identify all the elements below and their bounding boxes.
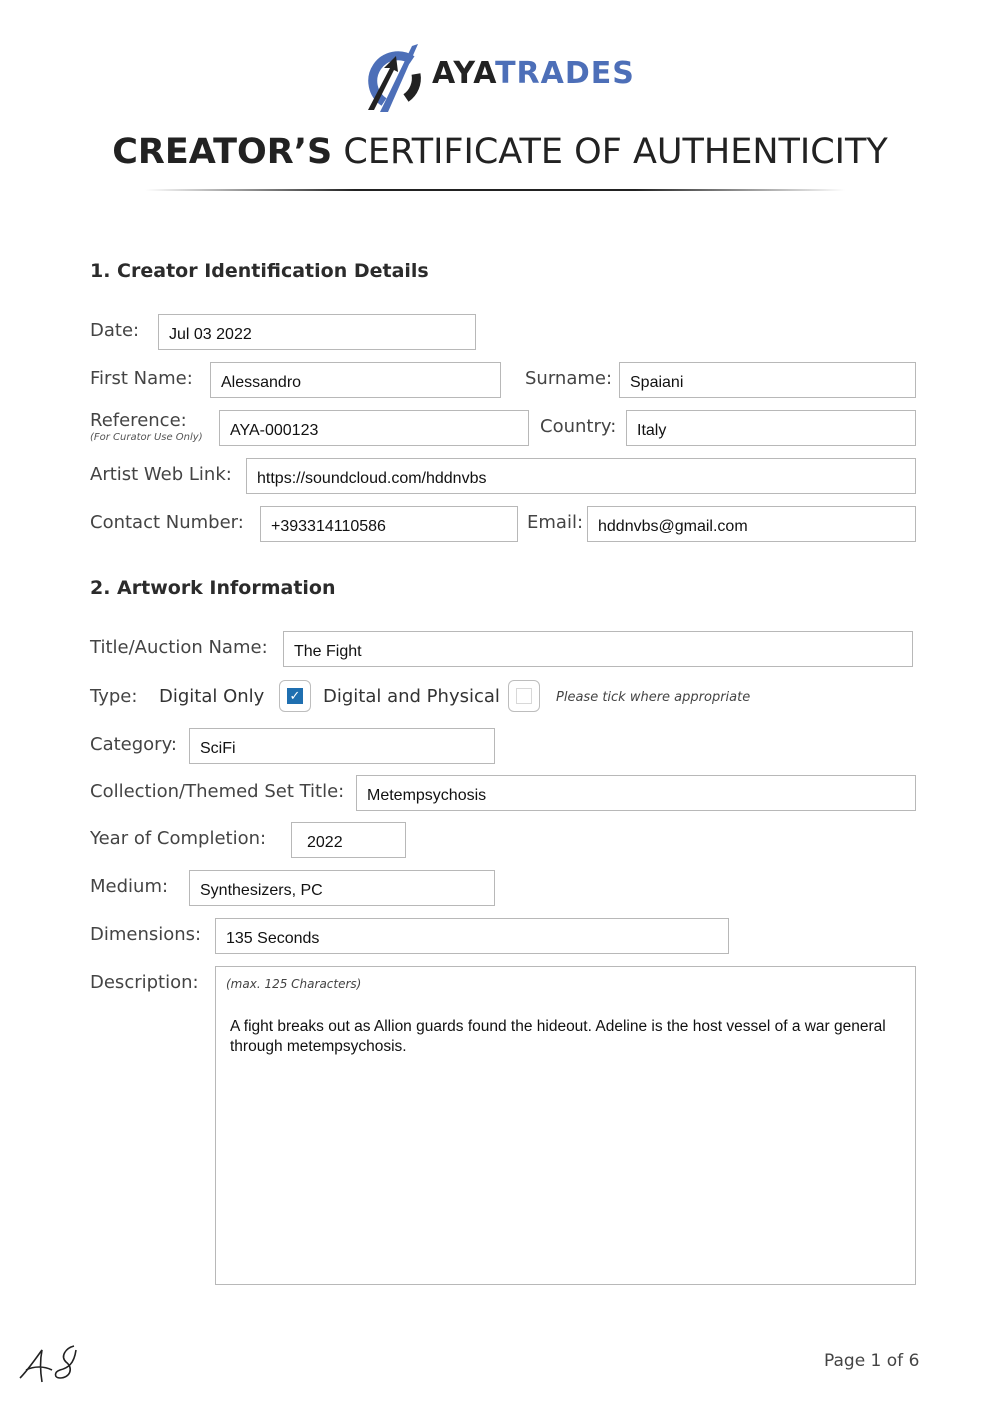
web-link-label: Artist Web Link: xyxy=(90,464,232,485)
country-label: Country: xyxy=(540,416,617,437)
type-option-digital-physical-label: Digital and Physical xyxy=(323,686,500,707)
year-field[interactable]: 2022 xyxy=(291,822,406,858)
title-divider xyxy=(145,189,845,191)
section-heading-artwork: 2. Artwork Information xyxy=(90,577,336,599)
title-light: CERTIFICATE OF AUTHENTICITY xyxy=(343,132,888,172)
reference-field[interactable]: AYA-000123 xyxy=(219,410,529,446)
reference-sublabel: (For Curator Use Only) xyxy=(90,432,203,443)
page-number: Page 1 of 6 xyxy=(824,1351,920,1371)
category-label: Category: xyxy=(90,734,177,755)
reference-label: Reference: xyxy=(90,410,187,431)
title-bold: CREATOR’S xyxy=(112,132,333,172)
type-label: Type: xyxy=(90,686,138,707)
type-option-digital-only-label: Digital Only xyxy=(159,686,265,707)
brand-name: AYATRADES xyxy=(432,56,635,91)
signature-icon xyxy=(19,1345,77,1383)
collection-label: Collection/Themed Set Title: xyxy=(90,781,345,802)
dimensions-field[interactable]: 135 Seconds xyxy=(215,918,729,954)
document-title: CREATOR’S CERTIFICATE OF AUTHENTICITY xyxy=(0,132,1000,172)
contact-number-field[interactable]: +393314110586 xyxy=(260,506,518,542)
digital-only-checkbox[interactable]: ✓ xyxy=(279,680,311,712)
contact-number-label: Contact Number: xyxy=(90,512,244,533)
collection-field[interactable]: Metempsychosis xyxy=(356,775,916,811)
category-field[interactable]: SciFi xyxy=(189,728,495,764)
surname-field[interactable]: Spaiani xyxy=(619,362,916,398)
surname-label: Surname: xyxy=(525,368,613,389)
email-label: Email: xyxy=(527,512,584,533)
brand-logo: AYATRADES xyxy=(362,40,642,116)
type-hint: Please tick where appropriate xyxy=(556,690,751,705)
description-label: Description: xyxy=(90,972,199,993)
title-auction-field[interactable]: The Fight xyxy=(283,631,913,667)
description-text: A fight breaks out as Allion guards foun… xyxy=(230,1018,886,1055)
web-link-field[interactable]: https://soundcloud.com/hddnvbs xyxy=(246,458,916,494)
first-name-label: First Name: xyxy=(90,368,193,389)
first-name-field[interactable]: Alessandro xyxy=(210,362,501,398)
date-field[interactable]: Jul 03 2022 xyxy=(158,314,476,350)
checkmark-icon: ✓ xyxy=(287,688,303,704)
digital-physical-checkbox[interactable] xyxy=(508,680,540,712)
date-label: Date: xyxy=(90,320,140,341)
section-heading-creator: 1. Creator Identification Details xyxy=(90,260,429,282)
year-label: Year of Completion: xyxy=(90,828,267,849)
country-field[interactable]: Italy xyxy=(626,410,916,446)
title-auction-label: Title/Auction Name: xyxy=(90,637,268,658)
logo-mark-icon xyxy=(368,44,421,112)
description-field[interactable]: (max. 125 Characters) A fight breaks out… xyxy=(215,966,916,1285)
description-limit: (max. 125 Characters) xyxy=(226,977,362,991)
medium-label: Medium: xyxy=(90,876,169,897)
medium-field[interactable]: Synthesizers, PC xyxy=(189,870,495,906)
empty-checkbox-icon xyxy=(516,688,532,704)
dimensions-label: Dimensions: xyxy=(90,924,202,945)
email-field[interactable]: hddnvbs@gmail.com xyxy=(587,506,916,542)
